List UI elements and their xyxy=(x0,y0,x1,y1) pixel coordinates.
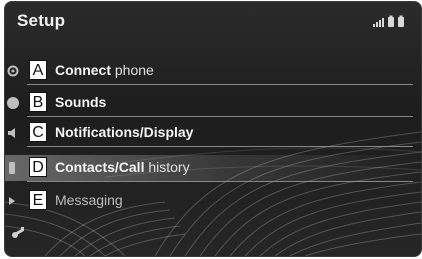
menu-item-label: Contacts/Call history xyxy=(55,159,190,175)
menu-item-notifications-display[interactable]: C Notifications/Display xyxy=(5,120,421,147)
menu-item-label: Sounds xyxy=(55,94,107,110)
menu-item-label: Notifications/Display xyxy=(55,124,194,140)
page-title: Setup xyxy=(17,11,66,30)
divider xyxy=(27,84,413,85)
bluetooth-icon xyxy=(7,97,19,109)
divider xyxy=(27,146,413,147)
menu-item-contacts-call-history[interactable]: D Contacts/Call history xyxy=(5,155,421,182)
label-e: E xyxy=(29,190,47,210)
menu-item-sounds[interactable]: B Sounds xyxy=(5,90,421,117)
speaker-icon xyxy=(8,128,15,138)
menu-item-label: Connect phone xyxy=(55,62,154,78)
gear-icon xyxy=(7,65,19,77)
menu-item-label: Messaging xyxy=(55,192,123,208)
label-a: A xyxy=(29,60,47,80)
menu-item-messaging[interactable]: E Messaging xyxy=(5,188,421,214)
divider xyxy=(27,116,413,117)
label-b: B xyxy=(29,92,47,112)
phone-icon xyxy=(9,162,15,174)
divider xyxy=(27,181,413,182)
label-c: C xyxy=(29,122,47,142)
car-key-icon[interactable] xyxy=(11,225,27,239)
menu-item-connect-phone[interactable]: A Connect phone xyxy=(5,58,421,85)
signal-battery-icons xyxy=(373,15,404,27)
setup-screen: Setup A Connect phone B Sounds C Notific… xyxy=(4,1,422,257)
label-d: D xyxy=(29,157,47,177)
message-arrow-icon xyxy=(9,197,15,205)
